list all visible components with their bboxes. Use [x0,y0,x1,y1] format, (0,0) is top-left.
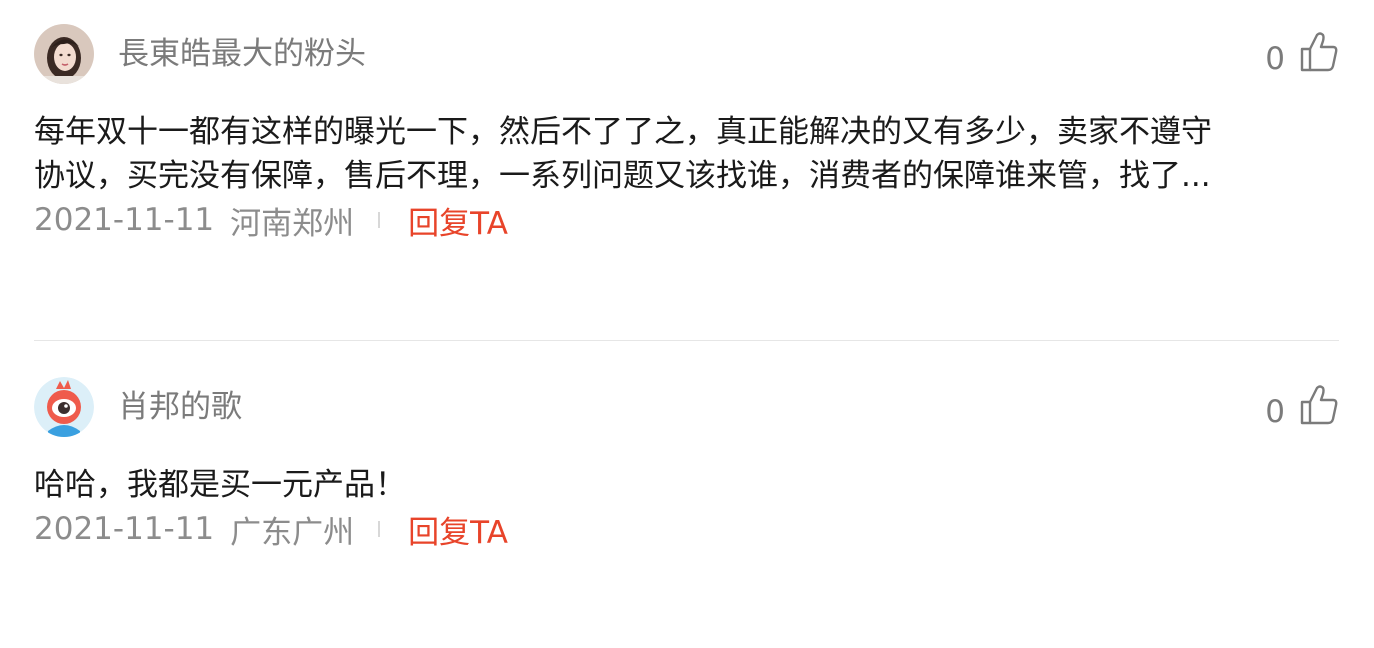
comment-meta: 2021-11-11 河南郑州 回复TA [34,198,1339,242]
comment-item: 肖邦的歌 0 哈哈，我都是买一元产品！ 2021-11-11 广东广州 回复TA [34,375,1339,551]
comment-date: 2021-11-11 [34,511,215,547]
comment-meta: 2021-11-11 广东广州 回复TA [34,507,1339,551]
avatar[interactable] [34,24,94,84]
comment-text-line: 协议，买完没有保障，售后不理，一系列问题又该找谁，消费者的保障谁来管，找了... [34,158,1211,194]
comment-date: 2021-11-11 [34,202,215,238]
like-count[interactable]: 0 [1265,394,1285,430]
user-photo-icon [34,24,94,84]
comment-item: 長東皓最大的粉头 0 每年双十一都有这样的曝光一下，然后不了了之，真正能解决的又… [34,22,1339,242]
username[interactable]: 長東皓最大的粉头 [118,34,366,74]
like-control[interactable]: 0 [1265,375,1339,435]
thumbs-up-icon[interactable] [1299,384,1339,426]
comment-text: 哈哈，我都是买一元产品！ [34,467,406,503]
meta-separator [378,521,381,537]
comment-location: 广东广州 [230,514,355,551]
username[interactable]: 肖邦的歌 [118,387,242,427]
reply-button[interactable]: 回复TA [408,198,508,243]
comment-location: 河南郑州 [230,205,355,242]
comment-text: 每年双十一都有这样的曝光一下，然后不了了之，真正能解决的又有多少，卖家不遵守 协… [34,110,1329,198]
meta-separator [378,212,381,228]
like-control[interactable]: 0 [1265,22,1339,82]
weibo-eye-avatar-icon [34,377,94,437]
like-count[interactable]: 0 [1265,41,1285,77]
avatar[interactable] [34,377,94,437]
comment-text-line: 每年双十一都有这样的曝光一下，然后不了了之，真正能解决的又有多少，卖家不遵守 [34,114,1212,150]
thumbs-up-icon[interactable] [1299,31,1339,73]
reply-button[interactable]: 回复TA [408,507,508,552]
comment-header: 肖邦的歌 0 [34,375,1339,439]
comment-header: 長東皓最大的粉头 0 [34,22,1339,86]
comment-divider [34,340,1339,341]
